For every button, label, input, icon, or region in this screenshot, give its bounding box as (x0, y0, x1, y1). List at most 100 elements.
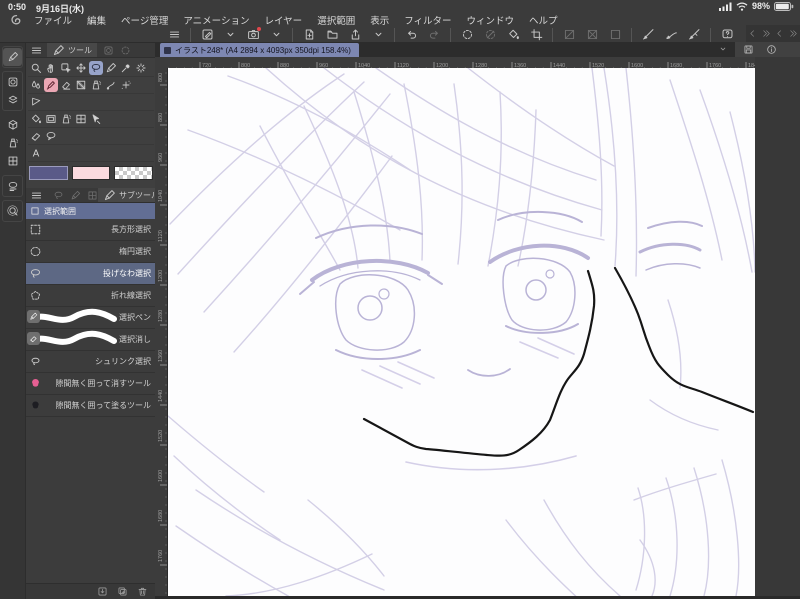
redo[interactable] (427, 28, 441, 42)
subtool-item-4[interactable]: 折れ線選択 (26, 285, 156, 307)
panel-brush[interactable] (3, 134, 22, 152)
tab-tool[interactable]: ツール (47, 43, 97, 57)
menu-item-表示[interactable]: 表示 (370, 13, 389, 27)
tool-spray[interactable] (59, 112, 73, 126)
menu-item-編集[interactable]: 編集 (87, 13, 106, 27)
menu-item-アニメーション[interactable]: アニメーション (183, 13, 249, 27)
tool-zoom[interactable] (29, 61, 43, 75)
fill-selection[interactable] (506, 28, 520, 42)
transform-2[interactable] (585, 28, 599, 42)
menu-item-ウィンドウ[interactable]: ウィンドウ (467, 13, 515, 27)
panel-quick-access[interactable] (3, 73, 22, 91)
menu-item-フィルター[interactable]: フィルター (404, 13, 451, 27)
tool-marker[interactable] (44, 78, 58, 92)
panel-subtool-detail[interactable] (3, 177, 22, 195)
collapse-left[interactable] (748, 29, 757, 38)
transform-1[interactable] (562, 28, 576, 42)
pen-settings-chevron[interactable] (223, 28, 237, 42)
tool-balloon[interactable] (44, 129, 58, 143)
tool-text[interactable]: A (29, 146, 43, 160)
tool-fill[interactable] (29, 112, 43, 126)
tool-liquify[interactable] (104, 78, 118, 92)
menu-item-ヘルプ[interactable]: ヘルプ (529, 13, 558, 27)
undo[interactable] (404, 28, 418, 42)
open-file[interactable] (325, 28, 339, 42)
menu-item-ファイル[interactable]: ファイル (34, 13, 72, 27)
subtool-item-2[interactable]: 楕円選択 (26, 241, 156, 263)
tool-panel-menu-icon[interactable] (30, 44, 43, 57)
panel-material[interactable] (3, 116, 22, 134)
help[interactable] (720, 28, 734, 42)
new-canvas[interactable] (302, 28, 316, 42)
canvas-info[interactable] (766, 44, 777, 55)
loupe-icon (6, 205, 18, 216)
panel-screentone[interactable] (3, 152, 22, 170)
pen-settings[interactable] (200, 28, 214, 42)
subtool-item-1[interactable]: 長方形選択 (26, 219, 156, 241)
tool-layout[interactable] (74, 112, 88, 126)
tool-gradient[interactable] (74, 78, 88, 92)
deselect[interactable] (483, 28, 497, 42)
tool-operate[interactable] (59, 61, 73, 75)
tab-list-chevron[interactable] (718, 44, 728, 54)
main-menu[interactable] (167, 28, 181, 42)
snap-ruler-curve[interactable] (664, 28, 678, 42)
subtool-item-3[interactable]: 投げなわ選択 (26, 263, 156, 285)
tool-auto-select[interactable] (134, 61, 148, 75)
duplicate-subtool[interactable] (117, 586, 128, 597)
subtool-item-label: 隙間無く囲って消すツール (55, 379, 151, 388)
clip-studio-logo-icon[interactable] (9, 13, 24, 27)
import-subtool[interactable] (97, 586, 108, 597)
transform-3[interactable] (608, 28, 622, 42)
subtool-item-8[interactable]: 隙間無く囲って消すツール (26, 373, 156, 395)
tab-subtool-selection[interactable]: サブツール[選択 (98, 188, 156, 202)
tool-eraser[interactable] (29, 129, 43, 143)
subtool-group-header[interactable]: 選択範囲 (26, 203, 156, 219)
tool-decoration[interactable] (119, 78, 133, 92)
transparent-color-swatch[interactable] (114, 166, 154, 180)
panel-navigator[interactable] (3, 202, 22, 220)
subtool-panel-header: サブツール[選択 (26, 188, 156, 203)
sub-color-swatch[interactable] (71, 166, 111, 180)
menu-item-選択範囲[interactable]: 選択範囲 (317, 13, 355, 27)
tool-blend[interactable] (29, 78, 43, 92)
tool-grid: A (26, 58, 156, 162)
tool-pen[interactable] (104, 61, 118, 75)
menu-item-ページ管理[interactable]: ページ管理 (121, 13, 168, 27)
panel-layers[interactable] (3, 91, 22, 109)
tool-eraser-wedge[interactable] (59, 78, 73, 92)
tool-selection[interactable] (89, 61, 103, 75)
tool-move[interactable] (74, 61, 88, 75)
tool-airbrush[interactable] (89, 78, 103, 92)
tool-figure[interactable] (29, 95, 43, 109)
reference-chevron[interactable] (269, 28, 283, 42)
save-status[interactable] (743, 44, 754, 55)
main-color-swatch[interactable] (29, 166, 68, 180)
svg-text:960: 960 (158, 153, 164, 162)
menu-item-レイヤー[interactable]: レイヤー (264, 13, 302, 27)
snap-ruler-special[interactable] (687, 28, 701, 42)
tool-object[interactable] (89, 112, 103, 126)
expand-right-2[interactable] (789, 29, 798, 38)
tool-eyedropper[interactable] (119, 61, 133, 75)
canvas-tab[interactable]: イラスト248* (A4 2894 x 4093px 350dpi 158.4%… (160, 43, 359, 57)
export-share[interactable] (348, 28, 362, 42)
panel-tool[interactable] (3, 48, 22, 66)
export-chevron[interactable] (371, 28, 385, 42)
subtool-panel-menu-icon[interactable] (30, 189, 43, 202)
drawing-canvas[interactable] (168, 68, 755, 596)
subtool-item-7[interactable]: シュリンク選択 (26, 351, 156, 373)
collapse-left-2[interactable] (775, 29, 784, 38)
tool-hand[interactable] (44, 61, 58, 75)
expand-right[interactable] (762, 29, 771, 38)
snap-ruler-parallel[interactable] (641, 28, 655, 42)
reference-photo[interactable] (246, 26, 261, 42)
crop-frame[interactable] (529, 28, 543, 42)
tool-frame-border[interactable] (44, 112, 58, 126)
subtool-item-9[interactable]: 隙間無く囲って塗るツール (26, 395, 156, 417)
select-launcher[interactable] (460, 28, 474, 42)
subtool-item-6[interactable]: 選択消し (26, 329, 156, 351)
delete-subtool[interactable] (137, 586, 148, 597)
command-bar (0, 26, 800, 42)
subtool-item-5[interactable]: 選択ペン (26, 307, 156, 329)
